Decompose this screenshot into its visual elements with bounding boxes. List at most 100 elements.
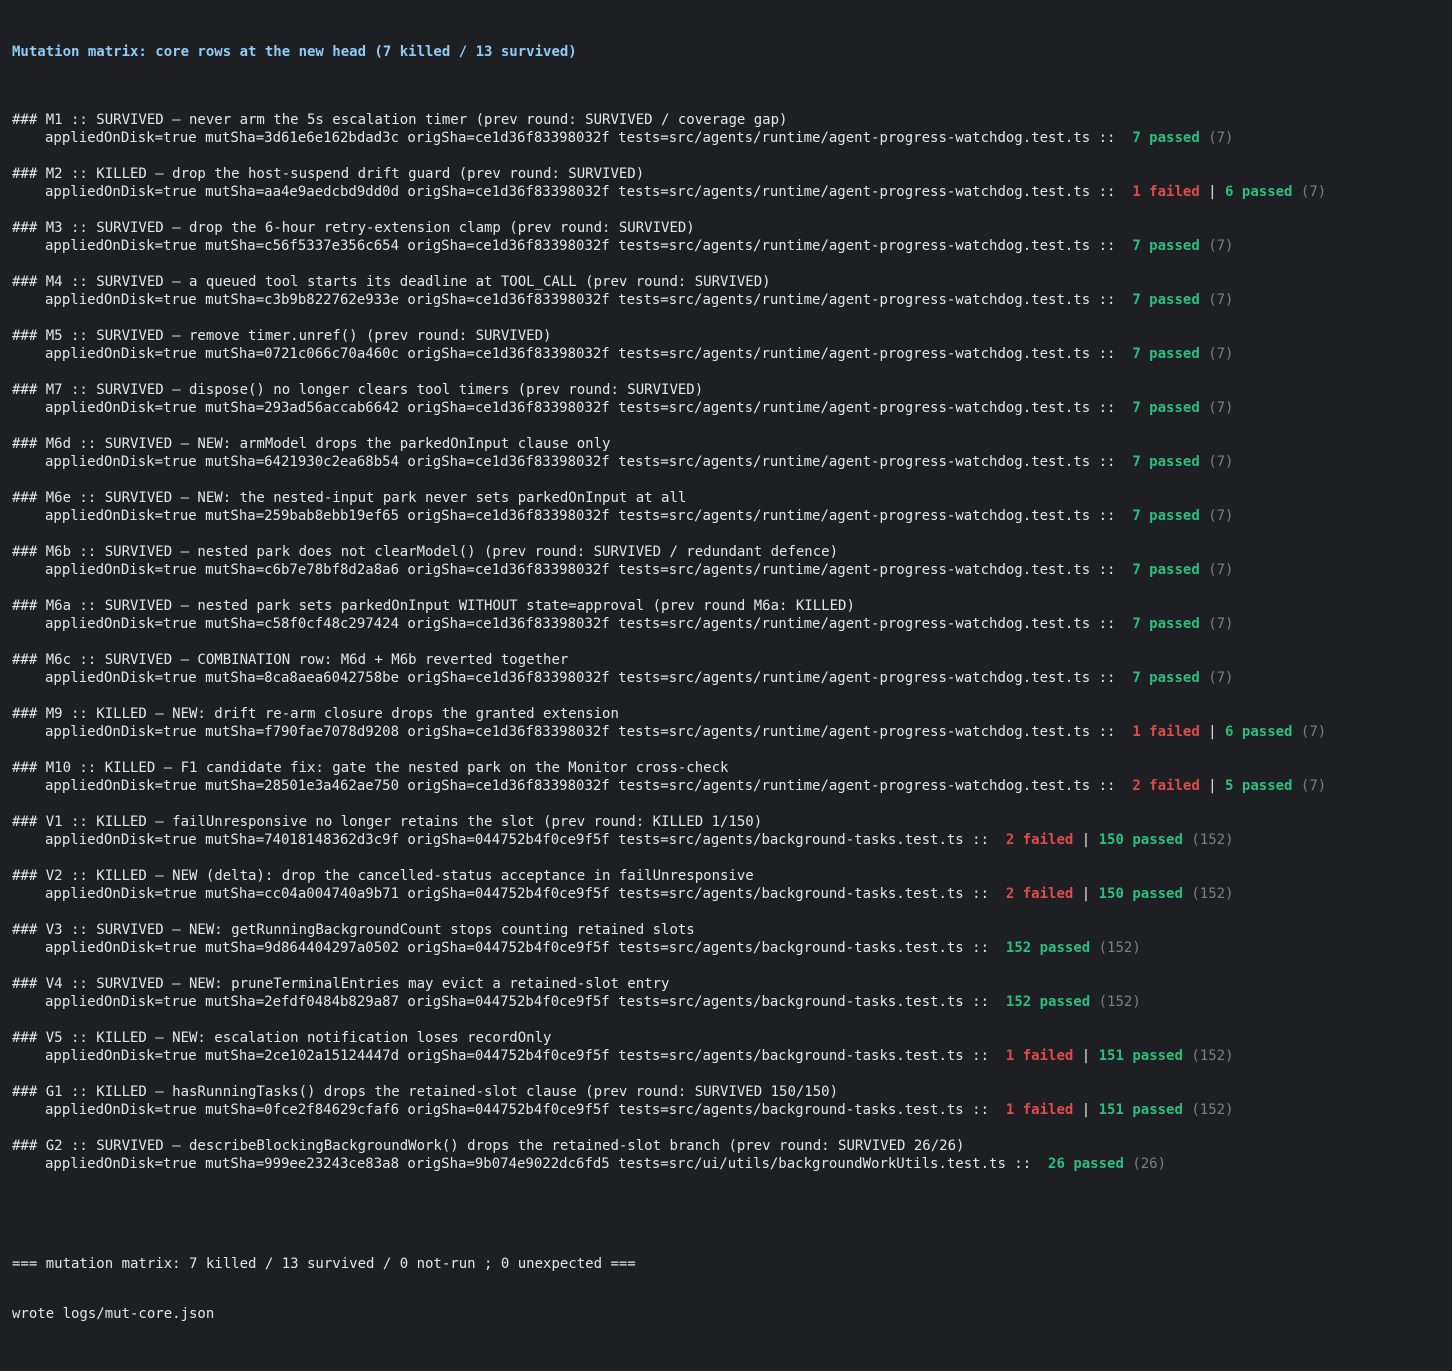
- mutation-heading: ### M4 :: SURVIVED — a queued tool start…: [12, 274, 771, 290]
- passed-count: 7 passed: [1132, 130, 1200, 146]
- mutation-heading: ### M1 :: SURVIVED — never arm the 5s es…: [12, 112, 788, 128]
- mutation-detail: appliedOnDisk=true mutSha=293ad56accab66…: [12, 399, 1440, 417]
- mutation-detail-text: appliedOnDisk=true mutSha=c58f0cf48c2974…: [45, 616, 1124, 632]
- total-count: (152): [1191, 886, 1234, 902]
- total-count: (152): [1098, 940, 1141, 956]
- total-count: (7): [1208, 400, 1234, 416]
- mutation-detail-text: appliedOnDisk=true mutSha=8ca8aea6042758…: [45, 670, 1124, 686]
- mutation-row: ### M7 :: SURVIVED — dispose() no longer…: [12, 381, 1440, 417]
- result-separator: |: [1199, 724, 1226, 740]
- mutation-detail: appliedOnDisk=true mutSha=3d61e6e162bdad…: [12, 129, 1440, 147]
- mutation-row: ### M4 :: SURVIVED — a queued tool start…: [12, 273, 1440, 309]
- summary-block: === mutation matrix: 7 killed / 13 survi…: [12, 1223, 1440, 1355]
- mutation-heading: ### M10 :: KILLED — F1 candidate fix: ga…: [12, 760, 729, 776]
- mutation-row: ### M3 :: SURVIVED — drop the 6-hour ret…: [12, 219, 1440, 255]
- passed-count: 7 passed: [1132, 616, 1200, 632]
- total-count: (152): [1191, 1048, 1234, 1064]
- result-separator: |: [1199, 778, 1226, 794]
- passed-count: 7 passed: [1132, 346, 1200, 362]
- terminal-output: Mutation matrix: core rows at the new he…: [0, 0, 1452, 1371]
- total-count: (7): [1300, 184, 1327, 200]
- mutation-detail-text: appliedOnDisk=true mutSha=2ce102a1512444…: [45, 1048, 998, 1064]
- mutation-detail: appliedOnDisk=true mutSha=6421930c2ea68b…: [12, 453, 1440, 471]
- passed-count: 151 passed: [1098, 1048, 1183, 1064]
- mutation-row: ### M2 :: KILLED — drop the host-suspend…: [12, 165, 1440, 201]
- total-count: (152): [1098, 994, 1141, 1010]
- passed-count: 5 passed: [1225, 778, 1293, 794]
- mutation-detail: appliedOnDisk=true mutSha=c56f5337e356c6…: [12, 237, 1440, 255]
- mutation-detail: appliedOnDisk=true mutSha=2efdf0484b829a…: [12, 993, 1440, 1011]
- total-count: (7): [1208, 292, 1234, 308]
- mutation-heading: ### V1 :: KILLED — failUnresponsive no l…: [12, 814, 763, 830]
- mutation-row: ### V5 :: KILLED — NEW: escalation notif…: [12, 1029, 1440, 1065]
- mutation-heading: ### M5 :: SURVIVED — remove timer.unref(…: [12, 328, 552, 344]
- total-count: (7): [1300, 778, 1327, 794]
- mutation-heading: ### M3 :: SURVIVED — drop the 6-hour ret…: [12, 220, 695, 236]
- mutation-row: ### V3 :: SURVIVED — NEW: getRunningBack…: [12, 921, 1440, 957]
- mutation-detail-text: appliedOnDisk=true mutSha=28501e3a462ae7…: [45, 778, 1124, 794]
- mutation-detail-text: appliedOnDisk=true mutSha=c56f5337e356c6…: [45, 238, 1124, 254]
- passed-count: 7 passed: [1132, 238, 1200, 254]
- mutation-heading: ### G1 :: KILLED — hasRunningTasks() dro…: [12, 1084, 839, 1100]
- mutation-detail-text: appliedOnDisk=true mutSha=c3b9b822762e93…: [45, 292, 1124, 308]
- mutation-heading: ### M6c :: SURVIVED — COMBINATION row: M…: [12, 652, 569, 668]
- mutation-row: ### M1 :: SURVIVED — never arm the 5s es…: [12, 111, 1440, 147]
- mutation-detail-text: appliedOnDisk=true mutSha=999ee23243ce83…: [45, 1156, 1040, 1172]
- mutation-row: ### M10 :: KILLED — F1 candidate fix: ga…: [12, 759, 1440, 795]
- mutation-detail-text: appliedOnDisk=true mutSha=0721c066c70a46…: [45, 346, 1124, 362]
- mutation-row: ### M9 :: KILLED — NEW: drift re-arm clo…: [12, 705, 1440, 741]
- mutation-heading: ### M2 :: KILLED — drop the host-suspend…: [12, 166, 645, 182]
- passed-count: 150 passed: [1098, 886, 1183, 902]
- mutation-detail-text: appliedOnDisk=true mutSha=aa4e9aedcbd9dd…: [45, 184, 1124, 200]
- passed-count: 151 passed: [1098, 1102, 1183, 1118]
- mutation-heading: ### G2 :: SURVIVED — describeBlockingBac…: [12, 1138, 965, 1154]
- failed-count: 1 failed: [1132, 724, 1200, 740]
- total-count: (7): [1208, 238, 1234, 254]
- mutation-row: ### M6e :: SURVIVED — NEW: the nested-in…: [12, 489, 1440, 525]
- mutation-detail: appliedOnDisk=true mutSha=c58f0cf48c2974…: [12, 615, 1440, 633]
- total-count: (7): [1208, 130, 1234, 146]
- mutation-detail: appliedOnDisk=true mutSha=9d864404297a05…: [12, 939, 1440, 957]
- mutation-detail-text: appliedOnDisk=true mutSha=3d61e6e162bdad…: [45, 130, 1124, 146]
- matrix-summary: === mutation matrix: 7 killed / 13 survi…: [12, 1256, 636, 1272]
- mutation-detail: appliedOnDisk=true mutSha=f790fae7078d92…: [12, 723, 1440, 741]
- mutation-detail: appliedOnDisk=true mutSha=74018148362d3c…: [12, 831, 1440, 849]
- mutation-heading: ### V2 :: KILLED — NEW (delta): drop the…: [12, 868, 754, 884]
- mutation-detail: appliedOnDisk=true mutSha=259bab8ebb19ef…: [12, 507, 1440, 525]
- mutation-heading: ### M6e :: SURVIVED — NEW: the nested-in…: [12, 490, 687, 506]
- total-count: (7): [1208, 616, 1234, 632]
- result-separator: |: [1073, 886, 1099, 902]
- passed-count: 7 passed: [1132, 400, 1200, 416]
- mutation-detail: appliedOnDisk=true mutSha=2ce102a1512444…: [12, 1047, 1440, 1065]
- failed-count: 1 failed: [1132, 184, 1200, 200]
- passed-count: 6 passed: [1225, 184, 1293, 200]
- matrix-title: Mutation matrix: core rows at the new he…: [12, 44, 577, 60]
- passed-count: 7 passed: [1132, 562, 1200, 578]
- mutation-row: ### M6d :: SURVIVED — NEW: armModel drop…: [12, 435, 1440, 471]
- failed-count: 1 failed: [1005, 1102, 1074, 1118]
- passed-count: 152 passed: [1005, 994, 1091, 1010]
- total-count: (7): [1300, 724, 1327, 740]
- mutation-detail-text: appliedOnDisk=true mutSha=2efdf0484b829a…: [45, 994, 998, 1010]
- mutation-detail-text: appliedOnDisk=true mutSha=293ad56accab66…: [45, 400, 1124, 416]
- mutation-heading: ### M9 :: KILLED — NEW: drift re-arm clo…: [12, 706, 619, 722]
- passed-count: 152 passed: [1005, 940, 1091, 956]
- result-separator: |: [1073, 1102, 1099, 1118]
- passed-count: 26 passed: [1048, 1156, 1124, 1172]
- mutation-detail: appliedOnDisk=true mutSha=c6b7e78bf8d2a8…: [12, 561, 1440, 579]
- result-separator: |: [1073, 1048, 1099, 1064]
- mutation-detail-text: appliedOnDisk=true mutSha=f790fae7078d92…: [45, 724, 1124, 740]
- total-count: (152): [1191, 1102, 1234, 1118]
- failed-count: 2 failed: [1132, 778, 1200, 794]
- total-count: (7): [1208, 346, 1234, 362]
- passed-count: 7 passed: [1132, 454, 1200, 470]
- mutation-heading: ### M6a :: SURVIVED — nested park sets p…: [12, 598, 855, 614]
- total-count: (152): [1191, 832, 1234, 848]
- mutation-detail-text: appliedOnDisk=true mutSha=6421930c2ea68b…: [45, 454, 1124, 470]
- mutation-detail: appliedOnDisk=true mutSha=cc04a004740a9b…: [12, 885, 1440, 903]
- mutation-detail-text: appliedOnDisk=true mutSha=c6b7e78bf8d2a8…: [45, 562, 1124, 578]
- mutation-detail: appliedOnDisk=true mutSha=28501e3a462ae7…: [12, 777, 1440, 795]
- mutation-heading: ### V5 :: KILLED — NEW: escalation notif…: [12, 1030, 552, 1046]
- mutation-detail-text: appliedOnDisk=true mutSha=74018148362d3c…: [45, 832, 998, 848]
- mutation-heading: ### M6d :: SURVIVED — NEW: armModel drop…: [12, 436, 611, 452]
